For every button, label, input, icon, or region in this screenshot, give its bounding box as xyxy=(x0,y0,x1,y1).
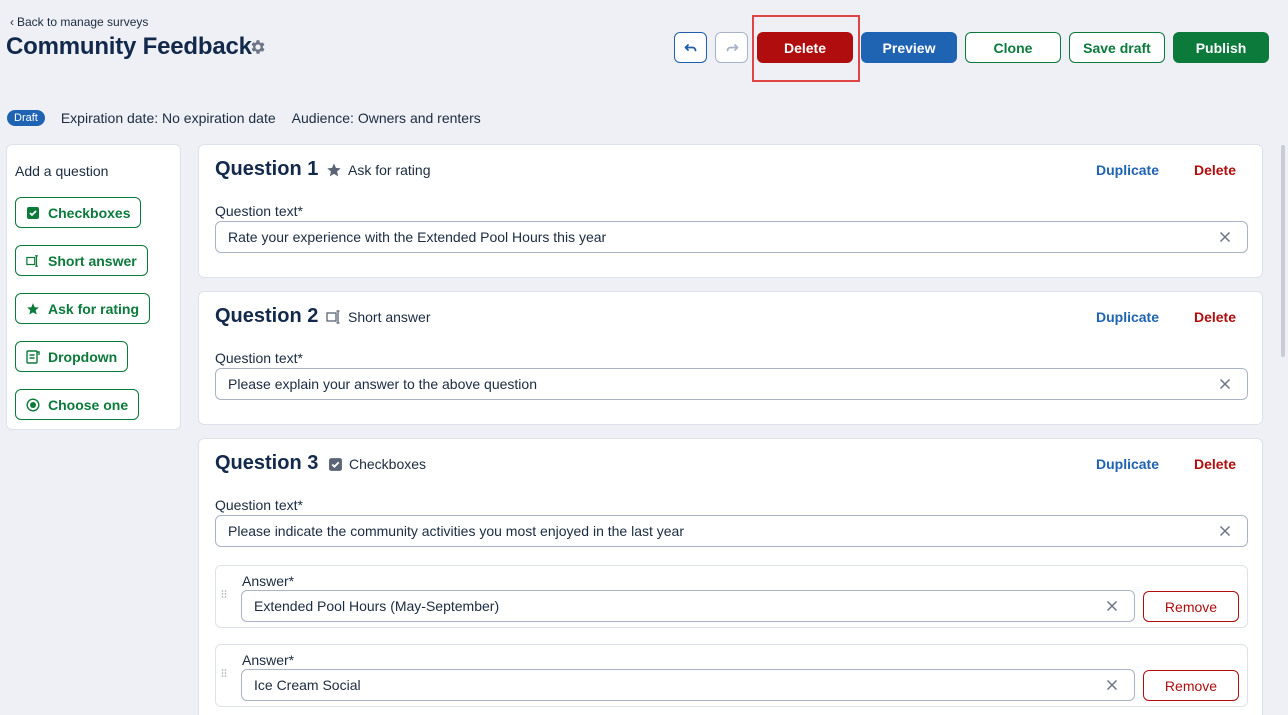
page-title: Community Feedback xyxy=(6,33,252,60)
remove-answer-button[interactable]: Remove xyxy=(1143,591,1239,622)
delete-question-link[interactable]: Delete xyxy=(1194,309,1236,325)
clone-button[interactable]: Clone xyxy=(965,32,1061,63)
question-card-1: Question 1 Ask for rating Duplicate Dele… xyxy=(198,144,1263,278)
short-answer-icon xyxy=(26,254,40,268)
delete-question-link[interactable]: Delete xyxy=(1194,456,1236,472)
preview-button[interactable]: Preview xyxy=(861,32,957,63)
question-type: Checkboxes xyxy=(327,456,426,472)
back-to-surveys-link[interactable]: ‹ Back to manage surveys xyxy=(10,15,148,29)
question-type: Short answer xyxy=(326,309,430,325)
dropdown-icon xyxy=(26,349,40,364)
question-text-value: Please explain your answer to the above … xyxy=(228,376,537,392)
answer-value: Extended Pool Hours (May-September) xyxy=(254,598,500,614)
delete-survey-button[interactable]: Delete xyxy=(757,32,853,63)
duplicate-question-link[interactable]: Duplicate xyxy=(1096,162,1159,178)
delete-question-link[interactable]: Delete xyxy=(1194,162,1236,178)
publish-button[interactable]: Publish xyxy=(1173,32,1269,63)
question-card-2: Question 2 Short answer Duplicate Delete… xyxy=(198,291,1263,425)
undo-button[interactable] xyxy=(674,32,707,63)
question-title: Question 2 xyxy=(215,305,319,327)
question-card-3: Question 3 Checkboxes Duplicate Delete Q… xyxy=(198,438,1263,715)
question-text-label: Question text* xyxy=(215,497,303,513)
question-text-input[interactable]: Please indicate the community activities… xyxy=(215,515,1248,547)
scrollbar-thumb[interactable] xyxy=(1281,145,1285,357)
add-rating-button[interactable]: Ask for rating xyxy=(15,293,151,324)
duplicate-question-link[interactable]: Duplicate xyxy=(1096,309,1159,325)
answer-input[interactable]: Extended Pool Hours (May-September) xyxy=(241,590,1135,622)
question-text-input[interactable]: Rate your experience with the Extended P… xyxy=(215,221,1248,253)
question-text-label: Question text* xyxy=(215,203,303,219)
save-draft-button[interactable]: Save draft xyxy=(1069,32,1165,63)
radio-icon xyxy=(26,397,40,412)
star-icon xyxy=(326,162,342,178)
back-link-label: Back to manage surveys xyxy=(17,15,149,29)
remove-answer-button[interactable]: Remove xyxy=(1143,670,1239,701)
add-choose-one-button[interactable]: Choose one xyxy=(15,389,140,420)
add-question-sidebar: Add a question Checkboxes Short answer A… xyxy=(6,144,181,430)
question-text-value: Please indicate the community activities… xyxy=(228,523,685,539)
survey-meta-row: Draft Expiration date: No expiration dat… xyxy=(7,110,497,126)
add-checkboxes-button[interactable]: Checkboxes xyxy=(15,197,142,228)
add-dropdown-label: Dropdown xyxy=(48,348,118,365)
audience-text: Audience: Owners and renters xyxy=(291,110,481,126)
star-icon xyxy=(26,302,40,316)
status-badge: Draft xyxy=(7,110,45,126)
answer-label: Answer* xyxy=(242,573,295,589)
gear-icon[interactable] xyxy=(249,38,267,56)
answer-row: Answer* Extended Pool Hours (May-Septemb… xyxy=(215,565,1248,628)
clear-icon[interactable] xyxy=(1217,229,1233,245)
clear-icon[interactable] xyxy=(1104,598,1120,614)
checkbox-icon xyxy=(26,206,40,220)
question-text-input[interactable]: Please explain your answer to the above … xyxy=(215,368,1248,400)
add-short-answer-label: Short answer xyxy=(48,252,137,269)
redo-icon xyxy=(726,43,738,51)
answer-input[interactable]: Ice Cream Social xyxy=(241,669,1135,701)
redo-button[interactable] xyxy=(715,32,748,63)
clear-icon[interactable] xyxy=(1104,677,1120,693)
expiration-date-text: Expiration date: No expiration date xyxy=(60,110,276,126)
question-type: Ask for rating xyxy=(326,162,430,178)
question-title: Question 3 xyxy=(215,452,319,474)
chevron-left-icon: ‹ xyxy=(10,15,14,29)
short-answer-icon xyxy=(326,309,342,325)
drag-handle-icon[interactable] xyxy=(221,668,227,682)
question-type-label: Short answer xyxy=(348,309,431,325)
question-title: Question 1 xyxy=(215,158,319,180)
question-type-label: Checkboxes xyxy=(349,456,427,472)
add-choose-one-label: Choose one xyxy=(48,396,129,413)
duplicate-question-link[interactable]: Duplicate xyxy=(1096,456,1159,472)
add-rating-label: Ask for rating xyxy=(48,300,140,317)
question-text-value: Rate your experience with the Extended P… xyxy=(228,229,607,245)
undo-icon xyxy=(684,43,696,51)
add-short-answer-button[interactable]: Short answer xyxy=(15,245,148,276)
answer-value: Ice Cream Social xyxy=(254,677,361,693)
vertical-scrollbar[interactable] xyxy=(1276,140,1288,715)
sidebar-title: Add a question xyxy=(15,163,109,179)
answer-label: Answer* xyxy=(242,652,295,668)
add-dropdown-button[interactable]: Dropdown xyxy=(15,341,129,372)
clear-icon[interactable] xyxy=(1217,523,1233,539)
question-type-label: Ask for rating xyxy=(348,162,431,178)
question-text-label: Question text* xyxy=(215,350,303,366)
checkbox-icon xyxy=(327,456,343,472)
add-checkboxes-label: Checkboxes xyxy=(48,204,131,221)
answer-row: Answer* Ice Cream Social Remove xyxy=(215,644,1248,707)
drag-handle-icon[interactable] xyxy=(221,589,227,603)
clear-icon[interactable] xyxy=(1217,376,1233,392)
